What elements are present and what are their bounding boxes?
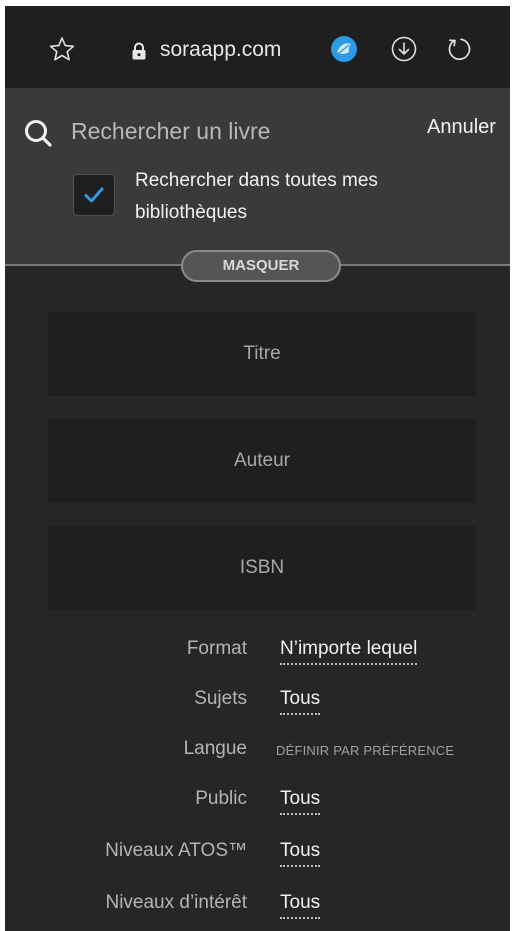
star-icon[interactable] <box>49 36 75 62</box>
search-icon <box>25 120 52 147</box>
filter-label-format: Format <box>186 638 247 659</box>
all-libraries-label: Rechercher dans toutes mes bibliothèques <box>135 170 378 223</box>
filter-row-audience: Public Tous <box>5 788 510 818</box>
refresh-icon[interactable] <box>445 35 473 63</box>
browser-toolbar: soraapp.com <box>5 6 510 88</box>
filter-label-language: Langue <box>183 738 247 759</box>
filter-label-audience: Public <box>195 788 247 809</box>
filter-label-atos: Niveaux ATOS™ <box>105 840 247 861</box>
search-panel: Annuler Rechercher dans toutes mes bibli… <box>5 88 510 264</box>
filter-row-interest: Niveaux d’intérêt Tous <box>5 892 510 922</box>
filter-row-language: Langue DÉFINIR PAR PRÉFÉRENCE <box>5 738 510 768</box>
extension-icon[interactable] <box>330 35 358 63</box>
cancel-button[interactable]: Annuler <box>427 116 496 139</box>
filter-row-subjects: Sujets Tous <box>5 688 510 718</box>
author-field[interactable]: Auteur <box>48 419 476 503</box>
filter-value-subjects[interactable]: Tous <box>280 688 321 715</box>
lock-icon <box>132 42 146 60</box>
filter-value-atos[interactable]: Tous <box>280 840 321 867</box>
filter-label-subjects: Sujets <box>194 688 247 709</box>
filter-value-language[interactable]: DÉFINIR PAR PRÉFÉRENCE <box>276 743 454 758</box>
filter-row-format: Format N’importe lequel <box>5 638 510 668</box>
search-input[interactable] <box>71 114 371 148</box>
filter-label-interest: Niveaux d’intérêt <box>105 892 247 913</box>
all-libraries-checkbox[interactable] <box>73 174 115 216</box>
filter-value-audience[interactable]: Tous <box>280 788 321 815</box>
download-icon[interactable] <box>391 36 417 62</box>
hide-button[interactable]: MASQUER <box>181 250 341 282</box>
title-field[interactable]: Titre <box>48 312 476 396</box>
filter-value-interest[interactable]: Tous <box>280 892 321 919</box>
app-frame: soraapp.com Annuler Rechercher dans tout <box>5 6 510 931</box>
filter-row-atos: Niveaux ATOS™ Tous <box>5 840 510 870</box>
filter-value-format[interactable]: N’importe lequel <box>280 638 418 665</box>
url-text[interactable]: soraapp.com <box>160 37 281 63</box>
checkmark-icon <box>84 187 104 203</box>
isbn-field[interactable]: ISBN <box>48 526 476 610</box>
